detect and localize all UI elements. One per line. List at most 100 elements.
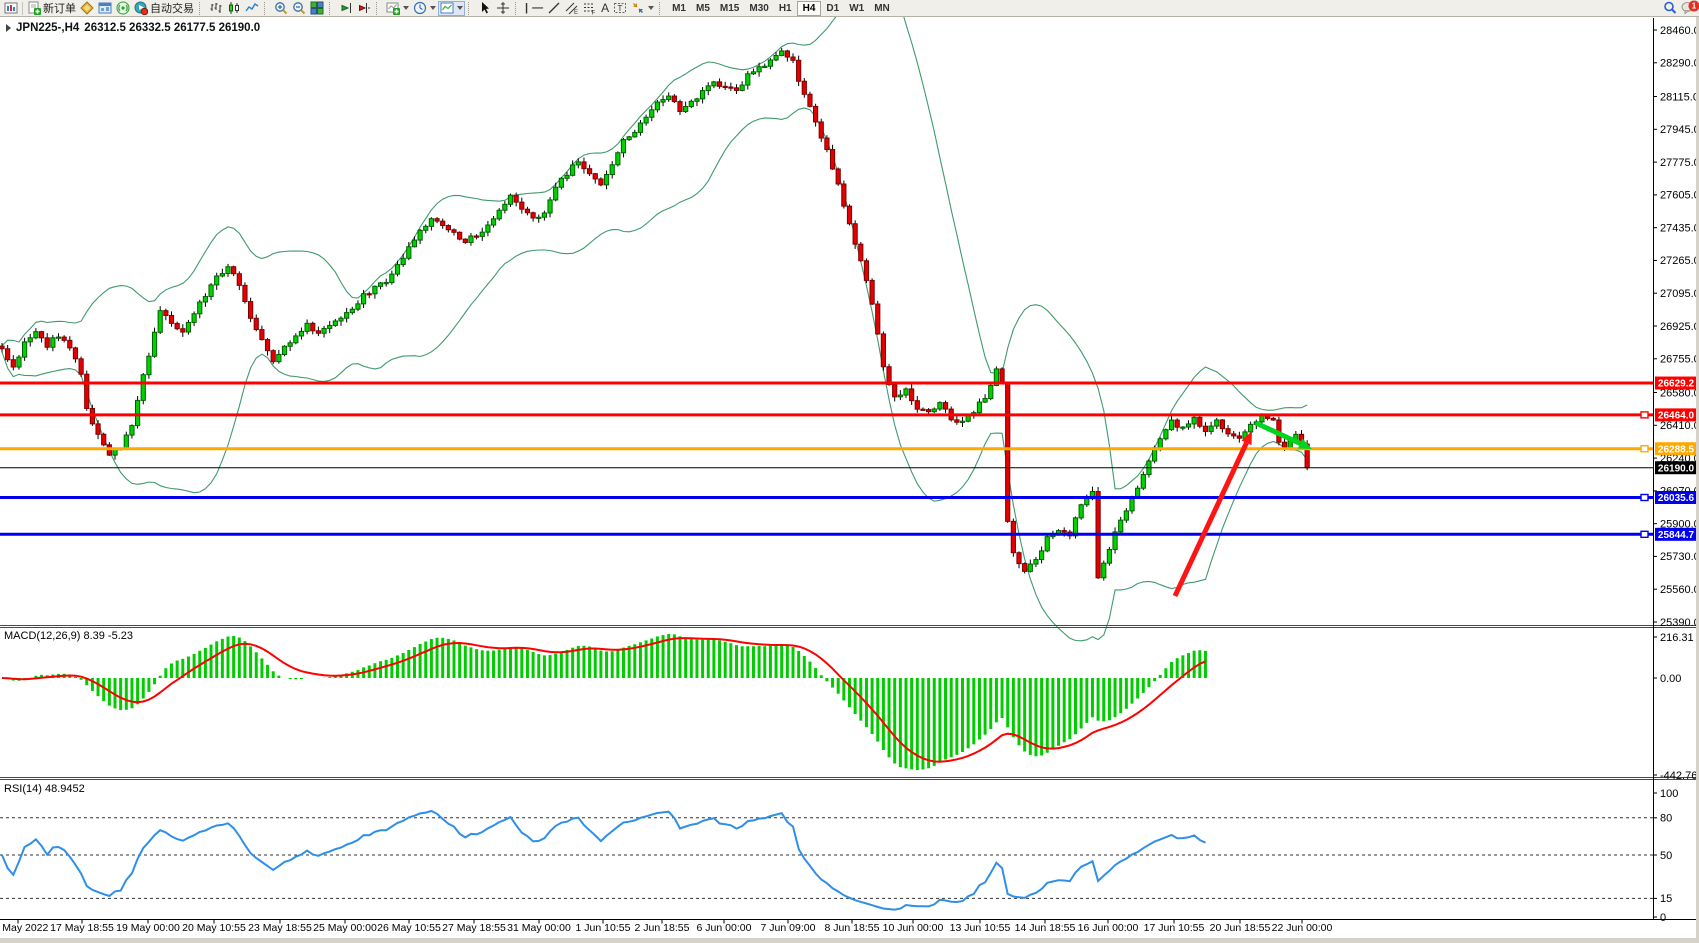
- candle: [68, 340, 72, 348]
- candle: [757, 67, 761, 72]
- hline-handle[interactable]: [1641, 494, 1648, 500]
- candle: [373, 286, 377, 294]
- candle: [927, 410, 931, 412]
- text-button[interactable]: A: [599, 1, 611, 16]
- horizontal-line-button[interactable]: —: [530, 1, 545, 16]
- candle: [859, 244, 863, 261]
- autotrading-button[interactable]: 自动交易: [132, 1, 196, 16]
- candle: [51, 338, 55, 347]
- signals-button[interactable]: [114, 1, 132, 16]
- candle: [588, 169, 592, 174]
- date-axis[interactable]: 16 May 202217 May 18:5519 May 00:0020 Ma…: [0, 920, 1333, 935]
- text-label-icon: T: [613, 1, 627, 15]
- fibonacci-button[interactable]: F: [581, 1, 599, 16]
- candle: [1062, 531, 1066, 532]
- line-chart-button[interactable]: [243, 1, 261, 16]
- bottom-window-edge: [0, 938, 1699, 943]
- candle: [102, 434, 106, 445]
- metaeditor-button[interactable]: [78, 1, 96, 16]
- candle: [249, 302, 253, 319]
- candle: [1181, 427, 1185, 428]
- candle: [175, 323, 179, 328]
- candle: [254, 318, 258, 329]
- candle: [808, 94, 812, 106]
- candle: [1017, 553, 1021, 564]
- candle: [407, 247, 411, 259]
- chart-shift-button[interactable]: [355, 1, 373, 16]
- candle: [418, 230, 422, 240]
- tab-m15[interactable]: M15: [715, 1, 744, 16]
- tab-m5[interactable]: M5: [691, 1, 715, 16]
- toolbar-separator: [22, 2, 23, 15]
- tile-windows-icon: [310, 1, 324, 15]
- bar-chart-button[interactable]: [207, 1, 225, 16]
- svg-text:27775.0: 27775.0: [1660, 157, 1699, 169]
- candle: [604, 174, 608, 184]
- notifications-button[interactable]: 1: [1679, 1, 1697, 16]
- tile-windows-button[interactable]: [308, 1, 326, 16]
- candle: [898, 395, 902, 397]
- candle: [1271, 418, 1275, 420]
- chart-canvas[interactable]: 28460.028290.028115.027945.027775.027605…: [0, 17, 1699, 943]
- symbol-name: JPN225-,H4: [16, 22, 79, 34]
- new-chart-button[interactable]: [2, 1, 20, 16]
- cursor-button[interactable]: [476, 1, 494, 16]
- templates-button[interactable]: [438, 1, 465, 16]
- candle: [1192, 417, 1196, 424]
- search-button[interactable]: [1661, 1, 1679, 16]
- new-order-button[interactable]: 新订单: [25, 1, 78, 16]
- trendline-button[interactable]: [545, 1, 563, 16]
- periods-button[interactable]: [411, 1, 438, 16]
- vertical-line-button[interactable]: |: [523, 1, 530, 16]
- tab-h1[interactable]: H1: [774, 1, 797, 16]
- candle: [1209, 426, 1213, 431]
- tab-m1[interactable]: M1: [667, 1, 691, 16]
- candle: [186, 322, 190, 332]
- candle-chart-button[interactable]: [225, 1, 243, 16]
- candle: [1034, 560, 1038, 564]
- market-watch-button[interactable]: [96, 1, 114, 16]
- equidistant-channel-icon: E: [565, 1, 579, 15]
- date-label: 22 Jun 00:00: [1272, 922, 1333, 934]
- candle: [1203, 426, 1207, 431]
- date-label: 19 May 00:00: [116, 922, 180, 934]
- zoom-in-icon: [274, 1, 288, 15]
- autotrading-icon: [134, 1, 148, 15]
- hline-handle[interactable]: [1641, 531, 1648, 537]
- candle: [701, 91, 705, 99]
- tab-h4[interactable]: H4: [797, 1, 822, 16]
- crosshair-button[interactable]: [494, 1, 512, 16]
- candle: [1011, 521, 1015, 552]
- candle: [1237, 436, 1241, 438]
- indicators-button[interactable]: [384, 1, 411, 16]
- zoom-out-icon: [292, 1, 306, 15]
- candle: [463, 239, 467, 242]
- symbol-marker-icon: [6, 24, 11, 32]
- candle: [576, 162, 580, 165]
- hline-handle[interactable]: [1641, 412, 1648, 418]
- svg-text:0.00: 0.00: [1660, 673, 1681, 685]
- candle: [11, 360, 15, 367]
- arrows-tool-button[interactable]: [629, 1, 656, 16]
- tab-d1[interactable]: D1: [821, 1, 844, 16]
- hline-handle[interactable]: [1641, 446, 1648, 452]
- tab-m30[interactable]: M30: [744, 1, 773, 16]
- candle: [621, 140, 625, 153]
- candle: [333, 321, 337, 325]
- zoom-out-button[interactable]: [290, 1, 308, 16]
- candle: [475, 236, 479, 237]
- candle: [458, 232, 462, 239]
- equidistant-channel-button[interactable]: E: [563, 1, 581, 16]
- candle: [785, 51, 789, 57]
- crosshair-icon: [496, 1, 510, 15]
- tab-w1[interactable]: W1: [844, 1, 869, 16]
- candle: [1124, 511, 1128, 520]
- svg-text:26925.0: 26925.0: [1660, 321, 1699, 333]
- price-badge-26464.0: 26464.0: [1658, 410, 1695, 421]
- candle: [627, 137, 631, 140]
- tab-mn[interactable]: MN: [869, 1, 895, 16]
- text-label-button[interactable]: T: [611, 1, 629, 16]
- candle: [825, 138, 829, 149]
- zoom-in-button[interactable]: [272, 1, 290, 16]
- auto-scroll-button[interactable]: [337, 1, 355, 16]
